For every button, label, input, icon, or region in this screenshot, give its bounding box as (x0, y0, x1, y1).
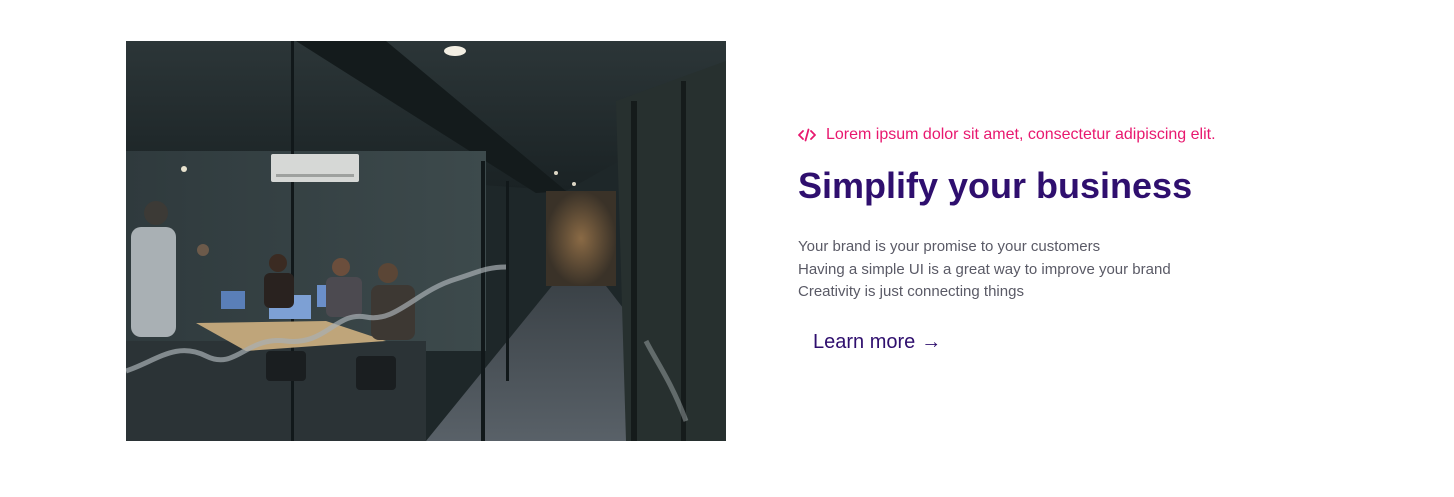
description-line: Having a simple UI is a great way to imp… (798, 260, 1171, 278)
section-title: Simplify your business (798, 165, 1193, 206)
eyebrow-text: Lorem ipsum dolor sit amet, consectetur … (826, 126, 1216, 143)
eyebrow: Lorem ipsum dolor sit amet, consectetur … (798, 124, 1358, 146)
arrow-right-icon: → (921, 331, 942, 353)
code-icon (798, 128, 816, 142)
learn-more-label: Learn more (813, 330, 916, 353)
learn-more-link[interactable]: Learn more → (813, 331, 941, 354)
description: Your brand is your promise to your custo… (798, 236, 1358, 304)
feature-content: Lorem ipsum dolor sit amet, consectetur … (798, 124, 1358, 354)
description-line: Your brand is your promise to your custo… (798, 238, 1101, 255)
feature-section: Lorem ipsum dolor sit amet, consectetur … (0, 0, 1454, 497)
description-line: Creativity is just connecting things (798, 283, 1024, 300)
office-meeting-photo (126, 41, 726, 441)
